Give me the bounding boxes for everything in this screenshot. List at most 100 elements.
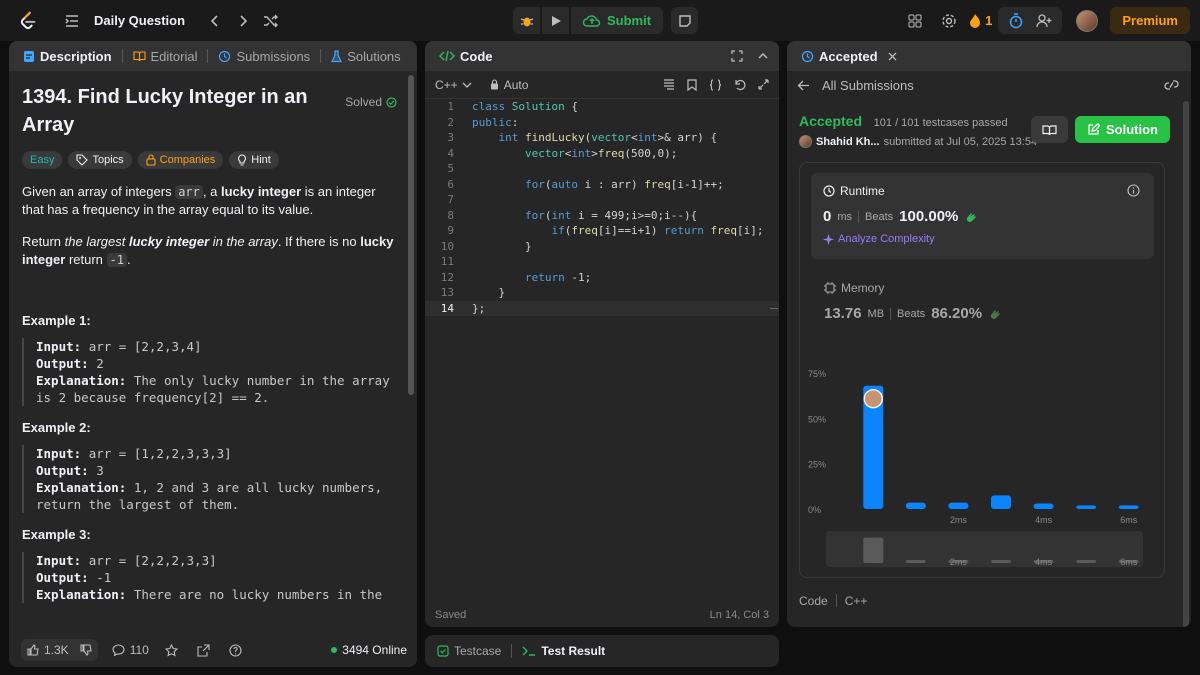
analyze-complexity-link[interactable]: Analyze Complexity <box>823 233 1142 245</box>
runtime-distribution-chart[interactable]: 75% 50% 25% 0% 2ms 4ms 6ms 2ms 4ms 6ms <box>800 359 1166 627</box>
topics-chip[interactable]: Topics <box>68 151 132 169</box>
star-icon[interactable] <box>163 636 181 664</box>
code-line[interactable]: 14}; <box>425 300 779 316</box>
all-submissions-link[interactable]: All Submissions <box>822 78 914 93</box>
memory-box[interactable]: Memory 13.76 MB Beats 86.20% <box>824 281 1002 322</box>
code-line[interactable]: 1 class Solution { <box>425 99 779 115</box>
tab-solutions[interactable]: Solutions <box>327 49 404 64</box>
problem-tags: Easy Topics Companies Hint <box>22 151 396 169</box>
premium-button[interactable]: Premium <box>1110 7 1190 34</box>
tab-accepted[interactable]: Accepted <box>797 49 882 64</box>
code-line[interactable]: 2 public: <box>425 115 779 131</box>
difficulty-badge[interactable]: Easy <box>22 151 63 169</box>
code-line[interactable]: 10 } <box>425 239 779 255</box>
line-number: 2 <box>447 115 454 129</box>
code-line[interactable]: 6 for(auto i : arr) freq[i-1]++; <box>425 177 779 193</box>
debug-button[interactable] <box>513 7 540 34</box>
code-text: return -1; <box>524 270 592 284</box>
problem-title[interactable]: 1394. Find Lucky Integer in an Array <box>22 83 322 139</box>
comments-button[interactable]: 110 <box>112 643 149 657</box>
streak-counter[interactable]: 1 <box>969 13 992 28</box>
code-line[interactable]: 8 for(int i = 499;i>=0;i--){ <box>425 208 779 224</box>
accepted-status: Accepted <box>799 113 863 129</box>
link-icon[interactable] <box>1164 79 1179 91</box>
runtime-box[interactable]: Runtime 0 ms Beats 100.00% Analyze Compl… <box>811 173 1154 259</box>
x-tick-label: 6ms <box>1120 515 1138 525</box>
thumbs-up-icon <box>27 644 39 656</box>
reset-icon[interactable] <box>734 79 746 91</box>
language-select[interactable]: C++ <box>435 78 472 92</box>
code-line[interactable]: 9 if(freq[i]==i+1) return freq[i]; <box>425 223 779 239</box>
editorial-button[interactable] <box>1031 116 1068 143</box>
fire-icon <box>970 14 981 28</box>
chart-bar <box>948 502 969 509</box>
shuffle-icon[interactable] <box>257 7 285 35</box>
comment-icon <box>112 644 125 656</box>
code-line[interactable]: 5 <box>425 161 779 177</box>
code-line[interactable]: 4 vector<int>freq(500,0); <box>425 146 779 162</box>
description-scrollbar[interactable] <box>408 75 414 395</box>
tab-description[interactable]: Description <box>19 49 116 64</box>
arrow-left-icon[interactable] <box>797 80 810 91</box>
settings-gear-icon[interactable] <box>935 7 963 35</box>
chevron-left-icon[interactable] <box>201 7 229 35</box>
code-line[interactable]: 3 int findLucky(vector<int>& arr) { <box>425 130 779 146</box>
submission-scrollbar[interactable] <box>1183 101 1189 627</box>
notes-button[interactable] <box>671 7 699 34</box>
user-avatar[interactable] <box>1076 9 1099 32</box>
stopwatch-icon[interactable] <box>1002 7 1030 35</box>
tab-code[interactable]: Code <box>435 49 497 64</box>
hint-chip[interactable]: Hint <box>229 151 279 169</box>
close-icon[interactable] <box>888 52 897 61</box>
thumbs-down-icon[interactable] <box>80 644 92 656</box>
overview-tick-label: 4ms <box>1035 557 1053 567</box>
author-avatar[interactable] <box>799 135 812 148</box>
collapse-chevron-up-icon[interactable] <box>757 50 769 65</box>
code-line[interactable]: 13 } <box>425 285 779 301</box>
braces-icon[interactable] <box>709 78 722 91</box>
code-language-row: Code C++ <box>799 594 868 608</box>
code-text: for(auto i : arr) freq[i-1]++; <box>524 177 724 191</box>
leetcode-logo-icon[interactable] <box>17 10 39 32</box>
tab-submissions[interactable]: Submissions <box>214 49 314 64</box>
code-line[interactable]: 12 return -1; <box>425 270 779 286</box>
test-panel-bar: Testcase Test Result <box>425 635 779 667</box>
bookmark-icon[interactable] <box>687 78 697 91</box>
expand-icon[interactable] <box>758 79 769 90</box>
checkbox-icon <box>437 645 449 657</box>
line-number: 5 <box>447 162 454 175</box>
overview-bar <box>863 537 884 563</box>
code-line[interactable]: 7 <box>425 192 779 208</box>
bug-icon <box>520 17 533 26</box>
memory-value: 13.76 MB Beats 86.20% <box>824 305 1002 322</box>
auto-mode-toggle[interactable]: Auto <box>490 78 528 92</box>
submit-button[interactable]: Submit <box>571 7 664 34</box>
chevron-right-icon[interactable] <box>229 7 257 35</box>
daily-question-title[interactable]: Daily Question <box>94 13 185 28</box>
companies-chip[interactable]: Companies <box>137 151 224 169</box>
timer-group <box>998 7 1063 35</box>
maximize-icon[interactable] <box>731 50 743 65</box>
book-open-icon <box>1042 124 1057 135</box>
info-icon[interactable] <box>1127 184 1140 197</box>
code-editor[interactable]: 1 class Solution {2 public: 3 int findLucky… <box>425 99 779 599</box>
tab-test-result[interactable]: Test Result <box>522 644 605 658</box>
submission-author: Shahid Kh... submitted at Jul 05, 2025 1… <box>799 135 1037 148</box>
format-lines-icon[interactable] <box>663 79 675 90</box>
code-line[interactable]: 11 <box>425 254 779 270</box>
help-icon[interactable] <box>227 636 245 664</box>
like-button[interactable]: 1.3K <box>21 639 98 661</box>
problem-list-icon[interactable] <box>58 7 86 35</box>
layout-grid-icon[interactable] <box>901 7 929 35</box>
description-paragraph-1: Given an array of integers arr, a lucky … <box>22 184 376 217</box>
run-button[interactable] <box>542 7 569 34</box>
add-user-icon[interactable] <box>1030 7 1058 35</box>
tab-editorial[interactable]: Editorial <box>129 49 202 64</box>
tab-testcase[interactable]: Testcase <box>437 644 501 658</box>
share-icon[interactable] <box>195 636 213 664</box>
line-number: 11 <box>440 255 454 268</box>
memory-chip-icon <box>824 282 836 294</box>
solution-button[interactable]: Solution <box>1075 116 1170 143</box>
lock-icon <box>146 154 156 166</box>
